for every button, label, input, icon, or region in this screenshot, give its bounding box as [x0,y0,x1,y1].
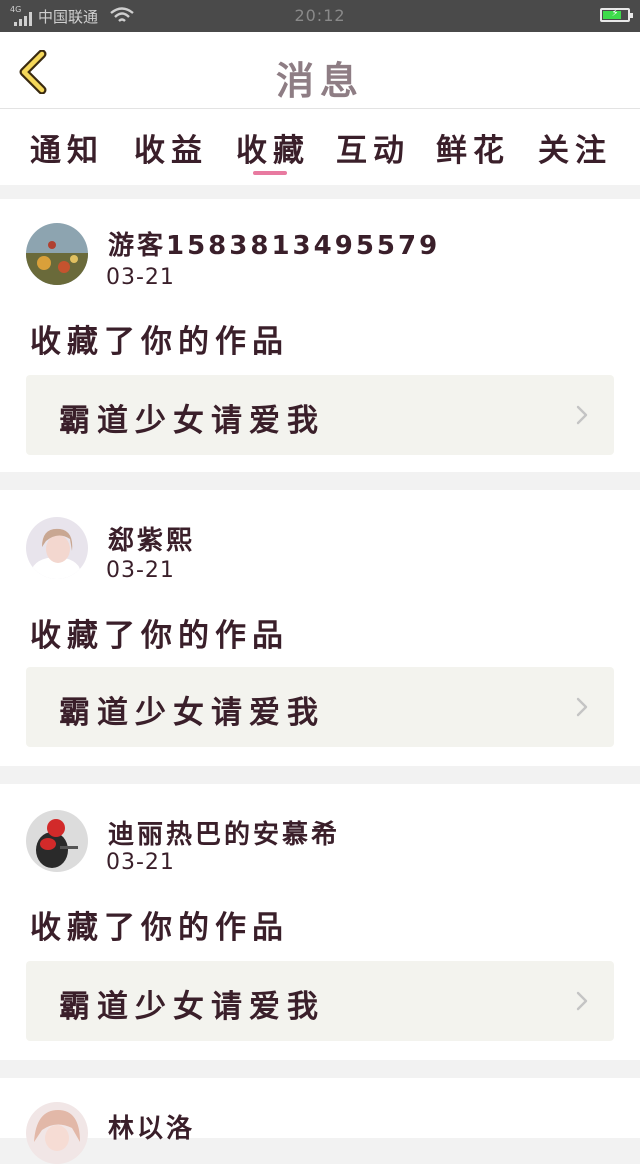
username: 郄紫熙 [108,526,196,556]
tab-interactions[interactable]: 互动 [336,125,410,169]
avatar[interactable] [26,810,88,872]
action-text: 收藏了你的作品 [30,324,289,360]
timestamp: 03-21 [106,850,175,875]
work-title: 霸道少女请爱我 [59,403,325,439]
battery-icon: ⚡ [600,8,633,22]
avatar[interactable] [26,223,88,285]
tab-favorites[interactable]: 收藏 [236,125,310,169]
status-bar: 4G 中国联通 20:12 ⚡ [0,0,640,32]
avatar[interactable] [26,1102,88,1164]
work-link[interactable]: 霸道少女请爱我 [26,667,614,747]
page-title: 消息 [275,59,364,103]
action-text: 收藏了你的作品 [30,910,289,946]
action-text: 收藏了你的作品 [30,618,289,654]
chevron-right-icon [576,405,588,425]
work-title: 霸道少女请爱我 [59,695,325,731]
active-tab-indicator [253,171,287,175]
tab-bar: 通知 收益 收藏 互动 鲜花 关注 [0,109,640,185]
charging-icon: ⚡ [611,8,619,19]
notification-card: 游客1583813495579 03-21 收藏了你的作品 霸道少女请爱我 [0,199,640,472]
notification-card: 迪丽热巴的安慕希 03-21 收藏了你的作品 霸道少女请爱我 [0,784,640,1060]
username: 林以洛 [108,1114,196,1144]
avatar[interactable] [26,517,88,579]
notification-card: 林以洛 [0,1078,640,1164]
tab-earnings[interactable]: 收益 [134,125,208,169]
chevron-right-icon [576,697,588,717]
tab-notifications[interactable]: 通知 [30,125,104,169]
notification-card: 郄紫熙 03-21 收藏了你的作品 霸道少女请爱我 [0,490,640,766]
tab-follows[interactable]: 关注 [538,125,612,169]
clock: 20:12 [294,6,346,25]
work-title: 霸道少女请爱我 [59,989,325,1025]
timestamp: 03-21 [106,558,175,583]
tab-flowers[interactable]: 鲜花 [436,125,510,169]
username: 迪丽热巴的安慕希 [108,820,341,850]
header: 消息 [0,32,640,109]
work-link[interactable]: 霸道少女请爱我 [26,961,614,1041]
timestamp: 03-21 [106,265,175,290]
chevron-right-icon [576,991,588,1011]
username: 游客1583813495579 [108,231,441,261]
work-link[interactable]: 霸道少女请爱我 [26,375,614,455]
